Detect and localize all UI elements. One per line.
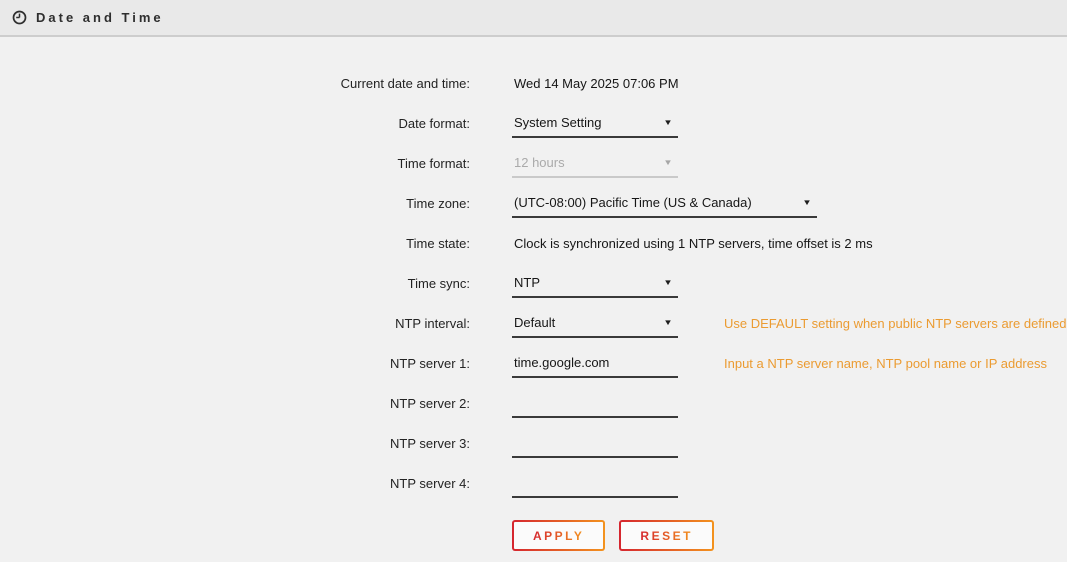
ntp-interval-select[interactable]: Default ▼	[512, 308, 678, 338]
ntp-server-3-label: NTP server 3:	[0, 436, 470, 451]
time-state-label: Time state:	[0, 236, 470, 251]
ntp-server-1-input[interactable]	[512, 348, 678, 378]
ntp-server-1-hint: Input a NTP server name, NTP pool name o…	[724, 356, 1047, 371]
time-sync-row: Time sync: NTP ▼	[0, 263, 1067, 303]
ntp-server-2-row: NTP server 2:	[0, 383, 1067, 423]
reset-button[interactable]: RESET	[619, 520, 714, 551]
current-datetime-row: Current date and time: Wed 14 May 2025 0…	[0, 63, 1067, 103]
chevron-down-icon: ▼	[663, 158, 673, 167]
time-format-select: 12 hours ▼	[512, 148, 678, 178]
ntp-server-3-input[interactable]	[512, 428, 678, 458]
ntp-interval-value: Default	[514, 315, 555, 330]
date-format-value: System Setting	[514, 115, 601, 130]
time-zone-row: Time zone: (UTC-08:00) Pacific Time (US …	[0, 183, 1067, 223]
date-time-form: Current date and time: Wed 14 May 2025 0…	[0, 37, 1067, 551]
time-format-value: 12 hours	[514, 155, 565, 170]
ntp-interval-hint: Use DEFAULT setting when public NTP serv…	[724, 316, 1067, 331]
chevron-down-icon: ▼	[663, 318, 673, 327]
time-zone-value: (UTC-08:00) Pacific Time (US & Canada)	[514, 195, 752, 210]
time-zone-label: Time zone:	[0, 196, 470, 211]
panel-header: Date and Time	[0, 0, 1067, 37]
time-state-value: Clock is synchronized using 1 NTP server…	[512, 236, 873, 251]
date-format-label: Date format:	[0, 116, 470, 131]
time-sync-select[interactable]: NTP ▼	[512, 268, 678, 298]
time-format-row: Time format: 12 hours ▼	[0, 143, 1067, 183]
ntp-interval-label: NTP interval:	[0, 316, 470, 331]
clock-icon	[12, 10, 27, 25]
date-format-row: Date format: System Setting ▼	[0, 103, 1067, 143]
chevron-down-icon: ▼	[663, 278, 673, 287]
time-format-label: Time format:	[0, 156, 470, 171]
ntp-interval-row: NTP interval: Default ▼ Use DEFAULT sett…	[0, 303, 1067, 343]
chevron-down-icon: ▼	[663, 118, 673, 127]
ntp-server-2-label: NTP server 2:	[0, 396, 470, 411]
ntp-server-4-row: NTP server 4:	[0, 463, 1067, 503]
page-title: Date and Time	[36, 10, 164, 25]
chevron-down-icon: ▼	[802, 198, 812, 207]
ntp-server-1-row: NTP server 1: Input a NTP server name, N…	[0, 343, 1067, 383]
current-datetime-value: Wed 14 May 2025 07:06 PM	[512, 76, 679, 91]
time-state-row: Time state: Clock is synchronized using …	[0, 223, 1067, 263]
time-sync-label: Time sync:	[0, 276, 470, 291]
time-sync-value: NTP	[514, 275, 540, 290]
time-zone-select[interactable]: (UTC-08:00) Pacific Time (US & Canada) ▼	[512, 188, 817, 218]
ntp-server-4-label: NTP server 4:	[0, 476, 470, 491]
ntp-server-4-input[interactable]	[512, 468, 678, 498]
date-format-select[interactable]: System Setting ▼	[512, 108, 678, 138]
form-actions: APPLY RESET	[512, 520, 1067, 551]
apply-button[interactable]: APPLY	[512, 520, 605, 551]
reset-button-label: RESET	[640, 529, 693, 543]
ntp-server-2-input[interactable]	[512, 388, 678, 418]
apply-button-label: APPLY	[533, 529, 584, 543]
ntp-server-3-row: NTP server 3:	[0, 423, 1067, 463]
ntp-server-1-label: NTP server 1:	[0, 356, 470, 371]
current-datetime-label: Current date and time:	[0, 76, 470, 91]
